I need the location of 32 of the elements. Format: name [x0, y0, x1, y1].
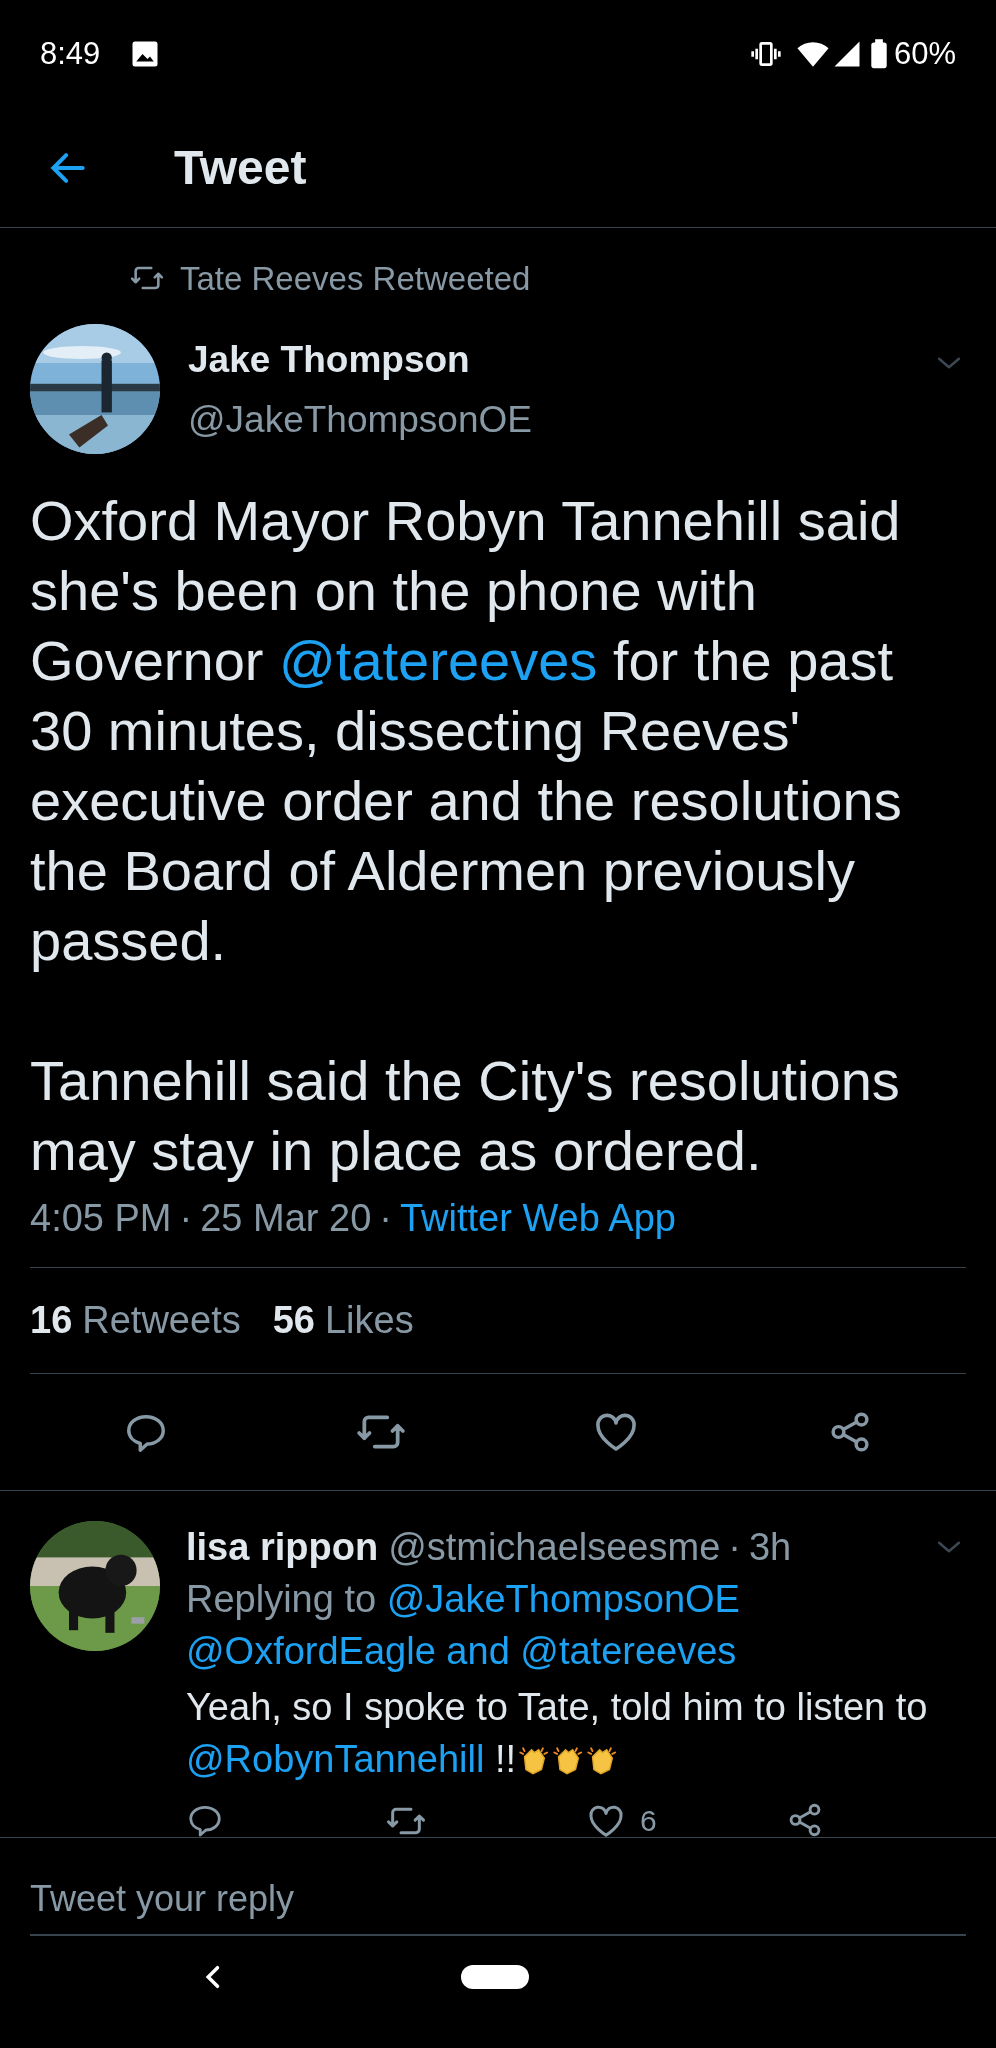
separator-dot: ·: [728, 1525, 741, 1571]
status-time: 8:49: [40, 35, 101, 74]
battery-icon: [869, 38, 888, 71]
author-name: Jake Thompson: [188, 338, 471, 383]
mention-link[interactable]: @OxfordEagle and @tatereeves: [186, 1625, 966, 1678]
replying-to-label: Replying to: [186, 1578, 378, 1621]
stat-count: 56: [272, 1298, 315, 1344]
stat-label[interactable]: Retweets: [82, 1292, 241, 1350]
mention-link[interactable]: @JakeThompsonOE: [386, 1578, 740, 1621]
home-pill[interactable]: [461, 1965, 529, 1990]
reply-text: Yeah, so I spoke to Tate, told him to listen to @RobynTannehill !!: [186, 1685, 929, 1783]
like-count: 6: [640, 1804, 657, 1838]
reply-author-name: lisa rippon: [186, 1525, 379, 1571]
source-link[interactable]: Twitter Web App: [399, 1197, 676, 1240]
tweet-text: Oxford Mayor Robyn Tannehill said she's been on the phone with Governor @tatereeves for the past 30 minutes, dissecting Reeves' executive order and the resolutions the Board of Aldermen previously passed.: [30, 488, 903, 975]
author-handle: @JakeThompsonOE: [188, 398, 533, 443]
reply-age: 3h: [748, 1525, 792, 1571]
separator-dot: ·: [179, 1197, 193, 1240]
tweet-date: 25 Mar 20: [200, 1197, 372, 1240]
mention-link[interactable]: @tatereeves: [279, 629, 598, 693]
separator-dot: ·: [379, 1197, 392, 1240]
tweet-time: 4:05 PM: [30, 1197, 172, 1240]
retweeted-by: Tate Reeves Retweeted: [180, 258, 531, 299]
tweet-text: Tannehill said the City's resolutions may stay in place as ordered.: [30, 1048, 901, 1185]
battery-percent: 60%: [893, 35, 956, 74]
image-icon: [130, 39, 161, 70]
page-title: Tweet: [174, 140, 307, 197]
stat-count: 16: [30, 1298, 73, 1344]
reply-input-field[interactable]: Tweet your reply: [30, 1864, 966, 1937]
stat-label[interactable]: Likes: [324, 1292, 414, 1350]
reply-author-handle: @stmichaelseesme: [388, 1525, 721, 1571]
mention-link[interactable]: @RobynTannehill: [186, 1738, 485, 1781]
